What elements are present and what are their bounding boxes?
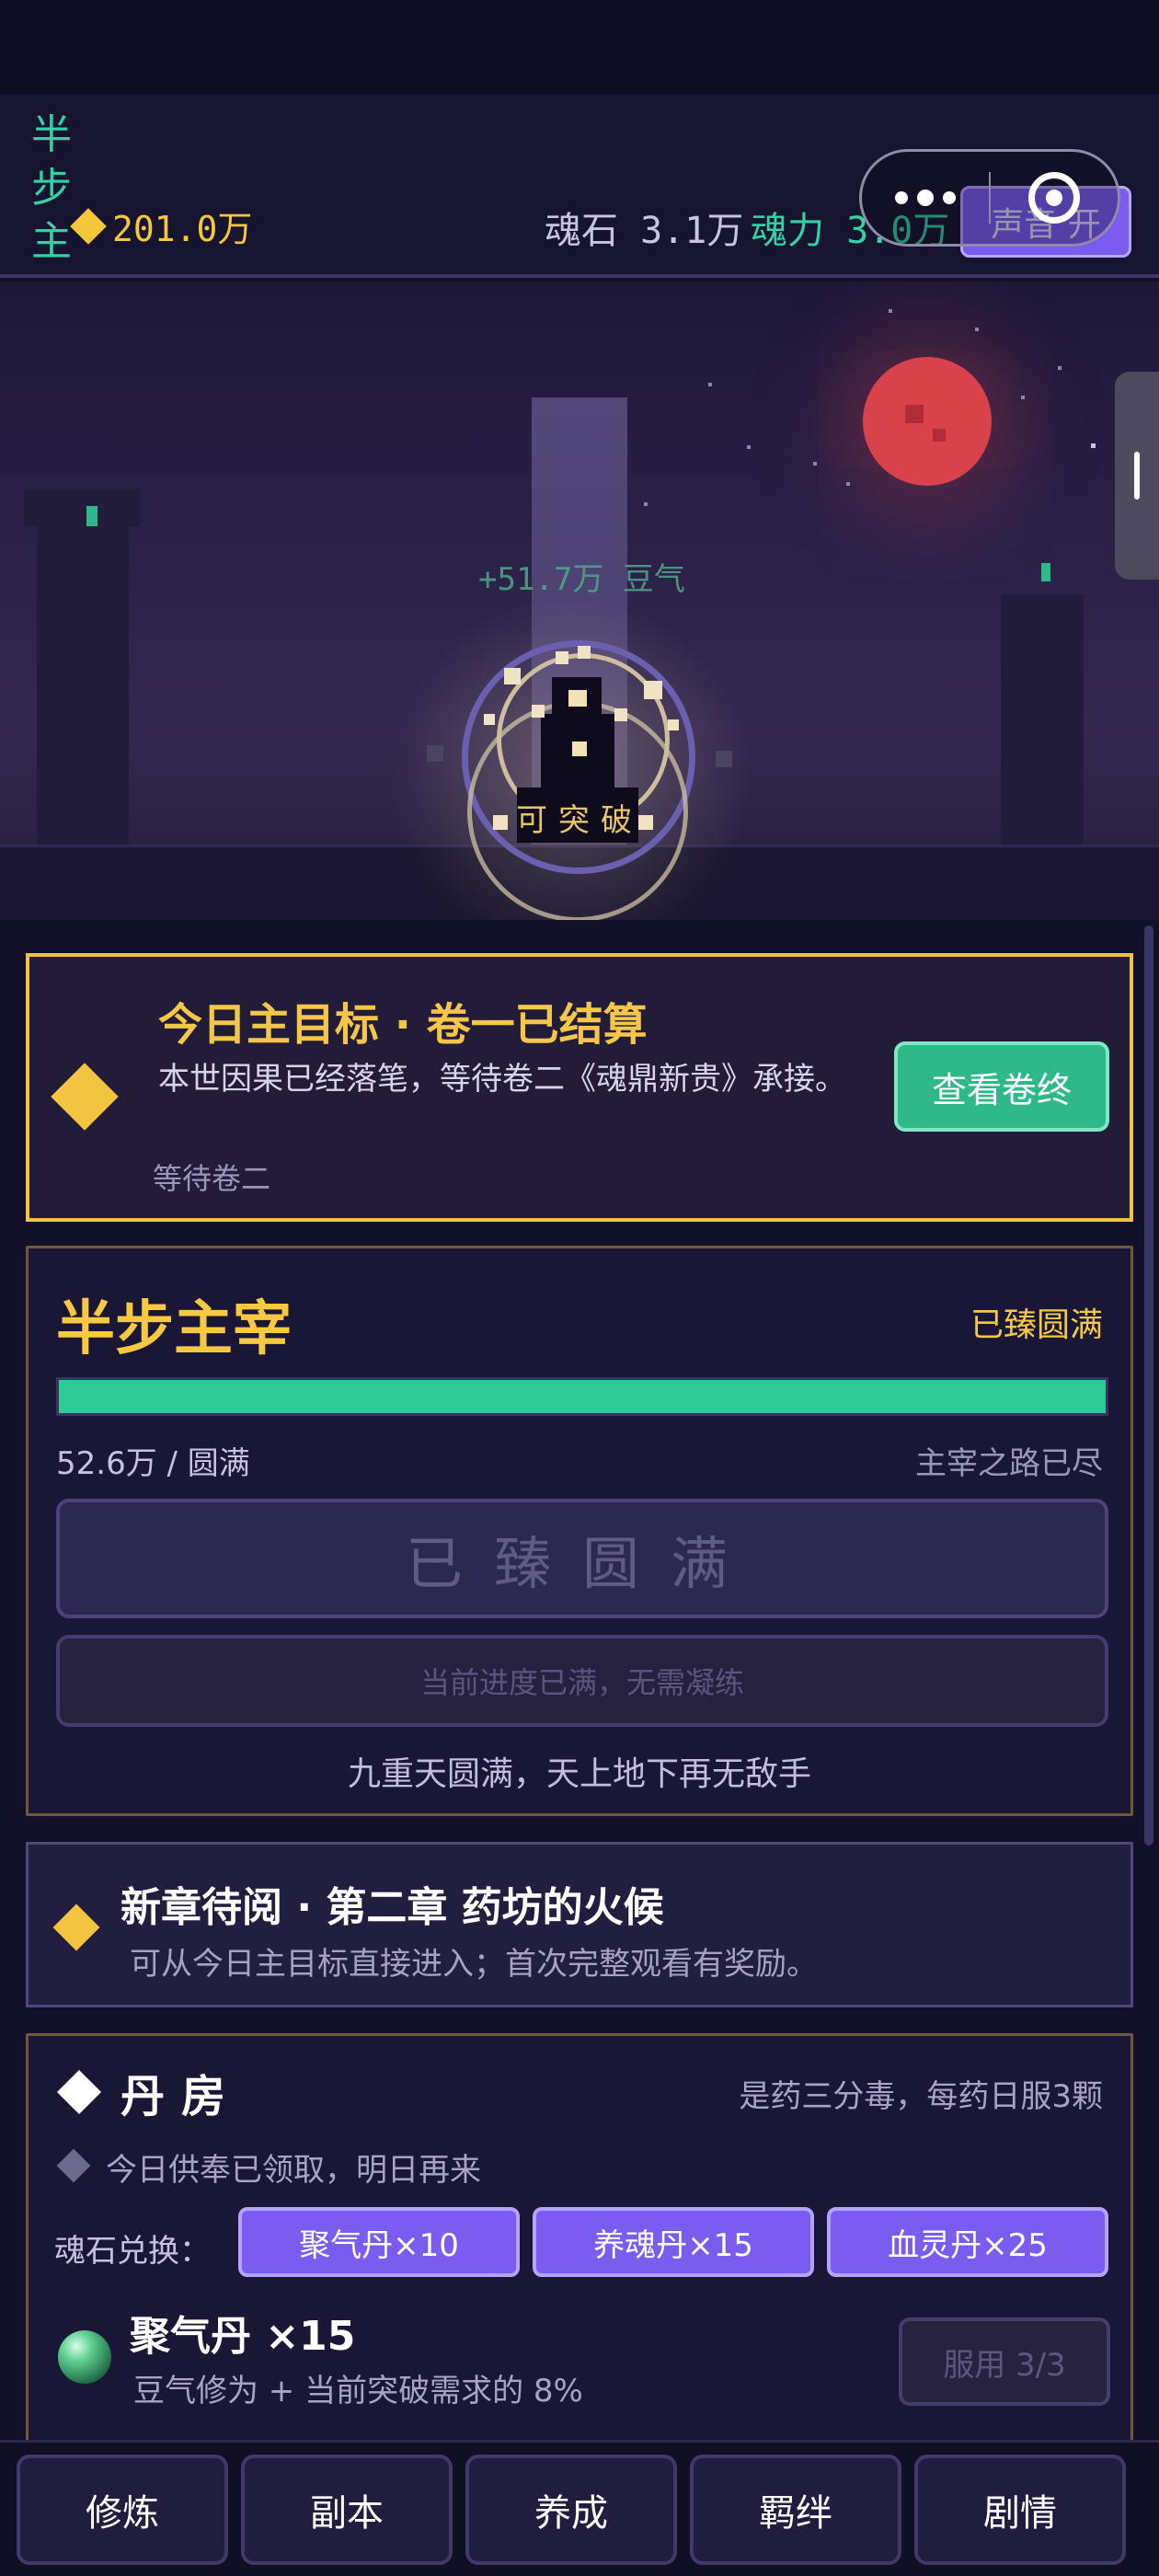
star: [747, 445, 751, 449]
orbit-square: [668, 719, 679, 730]
star: [1021, 396, 1025, 399]
exchange-button-juqi[interactable]: 聚气丹×10: [238, 2207, 520, 2277]
tab-cultivate[interactable]: 修炼: [17, 2454, 228, 2565]
star: [889, 309, 892, 313]
use-pill-button[interactable]: 服用 3/3: [899, 2317, 1110, 2406]
left-tower: [37, 521, 129, 852]
pill-orb-icon: [58, 2330, 111, 2384]
orbit-square: [504, 668, 521, 684]
miniprogram-capsule: [859, 149, 1120, 247]
alchemy-room-panel: 丹房 是药三分毒，每药日服3颗 今日供奉已领取，明日再来 魂石兑换： 聚气丹×1…: [26, 2033, 1133, 2475]
soulstone-label: 魂石: [545, 210, 618, 252]
tab-nurture[interactable]: 养成: [465, 2454, 677, 2565]
alchemy-diamond-icon: [56, 2069, 102, 2115]
star: [813, 462, 817, 466]
tab-bonds[interactable]: 羁绊: [690, 2454, 901, 2565]
left-tower-light: [86, 506, 98, 526]
breakthrough-label[interactable]: 可突破: [475, 795, 684, 840]
realm-name: 半步主宰: [56, 1295, 292, 1363]
bottom-nav: 修炼 副本 养成 羁绊 剧情: [0, 2440, 1159, 2576]
alchemy-title: 丹房: [120, 2071, 243, 2122]
gold-counter: 201.0万: [70, 201, 253, 251]
chapter-description: 可从今日主目标直接进入；首次完整观看有奖励。: [130, 1946, 818, 1983]
pill-name: 聚气丹 ×15: [130, 2313, 356, 2360]
exchange-label: 魂石兑换：: [54, 2233, 211, 2270]
gold-value: 201.0万: [112, 209, 253, 249]
daily-goal-panel: 今日主目标 · 卷一已结算 本世因果已经落笔，等待卷二《魂鼎新贵》承接。 等待卷…: [26, 953, 1133, 1222]
realm-status: 已臻圆满: [970, 1306, 1103, 1344]
realm-progress-fill: [59, 1380, 1106, 1413]
orbit-square: [578, 646, 591, 659]
soulstone-value: 3.1万: [640, 210, 744, 252]
chapter-title: 新章待阅 · 第二章 药坊的火候: [120, 1884, 664, 1931]
red-moon: [863, 357, 992, 486]
soulpower-label: 魂力: [751, 210, 824, 252]
star: [708, 383, 712, 386]
goal-diamond-icon: [51, 1063, 119, 1131]
pill-description: 豆气修为 + 当前突破需求的 8%: [133, 2373, 583, 2409]
realm-complete-button[interactable]: 已臻圆满: [56, 1499, 1108, 1618]
more-menu-icon[interactable]: [862, 152, 989, 244]
realm-current-value: 52.6万 / 圆满: [56, 1445, 250, 1482]
scrollbar[interactable]: [1144, 926, 1153, 1846]
goal-description: 本世因果已经落笔，等待卷二《魂鼎新贵》承接。: [158, 1061, 846, 1098]
alchemy-limit-note: 是药三分毒，每药日服3颗: [739, 2078, 1103, 2115]
tab-dungeon[interactable]: 副本: [241, 2454, 453, 2565]
realm-footer-text: 九重天圆满，天上地下再无敌手: [347, 1755, 811, 1793]
orbit-square: [614, 708, 627, 721]
realm-progress-bar: [56, 1377, 1108, 1416]
left-tower-roof: [24, 489, 140, 526]
cultivation-scene: +51.7万 豆气 可突破: [0, 282, 1159, 920]
star: [846, 482, 850, 486]
side-drawer-handle[interactable]: [1115, 372, 1159, 580]
orbit-square-dark: [427, 745, 443, 762]
tab-story[interactable]: 剧情: [914, 2454, 1126, 2565]
orbit-square: [556, 651, 568, 664]
chapter-diamond-icon: [52, 1903, 100, 1951]
right-tower-light: [1041, 563, 1050, 581]
soulstone-counter: 魂石 3.1万: [545, 201, 743, 254]
star: [1058, 366, 1061, 370]
claim-diamond-icon: [56, 2148, 91, 2183]
star: [644, 502, 648, 506]
exchange-button-yanghun[interactable]: 养魂丹×15: [533, 2207, 814, 2277]
new-chapter-panel[interactable]: 新章待阅 · 第二章 药坊的火候 可从今日主目标直接进入；首次完整观看有奖励。: [26, 1842, 1133, 2007]
status-bar: [0, 0, 1159, 94]
orbit-square-dark: [716, 751, 732, 767]
right-tower: [1001, 594, 1084, 852]
figure-gem: [572, 742, 587, 756]
orbit-square: [532, 705, 545, 718]
gold-diamond-icon: [70, 207, 107, 245]
goal-title: 今日主目标 · 卷一已结算: [158, 999, 648, 1051]
star: [1091, 443, 1096, 448]
view-volume-end-button[interactable]: 查看卷终: [894, 1041, 1109, 1132]
orbit-square: [644, 681, 662, 699]
realm-road-note: 主宰之路已尽: [915, 1445, 1103, 1482]
refine-disabled-button[interactable]: 当前进度已满，无需凝练: [56, 1635, 1108, 1727]
goal-subtitle: 等待卷二: [153, 1161, 271, 1196]
star: [975, 328, 979, 331]
exchange-button-xueling[interactable]: 血灵丹×25: [827, 2207, 1108, 2277]
close-miniprogram-icon[interactable]: [991, 152, 1118, 244]
figure-eye: [568, 690, 587, 707]
daily-offering-status: 今日供奉已领取，明日再来: [106, 2152, 481, 2189]
realm-panel: 半步主宰 已臻圆满 52.6万 / 圆满 主宰之路已尽 已臻圆满 当前进度已满，…: [26, 1246, 1133, 1816]
orbit-square: [484, 714, 495, 725]
gain-popup: +51.7万 豆气: [478, 561, 685, 598]
